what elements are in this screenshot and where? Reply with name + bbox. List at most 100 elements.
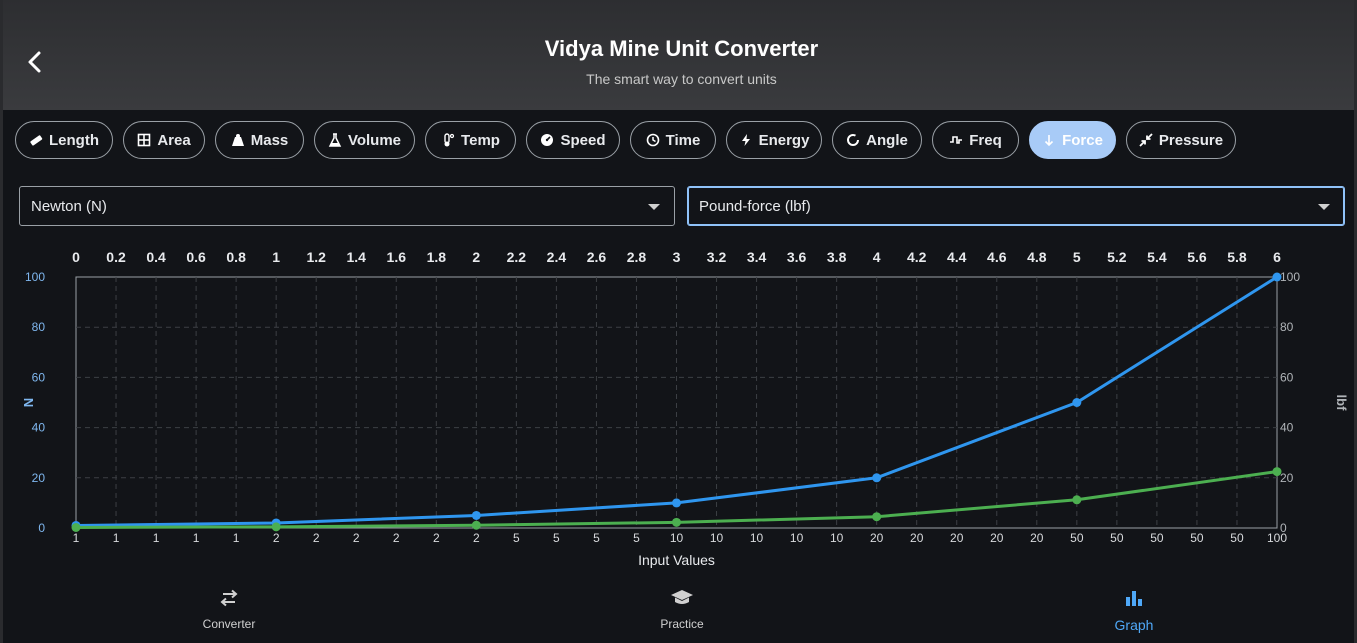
swap-icon xyxy=(220,589,238,607)
chip-label: Pressure xyxy=(1158,131,1224,149)
from-unit-select[interactable]: Newton (N) xyxy=(19,186,675,226)
x-tick-label-bottom: 20 xyxy=(910,531,924,545)
data-point-lbf xyxy=(872,512,882,522)
to-unit-value: Pound-force (lbf) xyxy=(699,197,811,215)
nav-graph[interactable]: Graph xyxy=(1034,588,1234,633)
circle-icon xyxy=(847,134,860,146)
data-point-lbf xyxy=(471,520,481,530)
x-tick-label-bottom: 10 xyxy=(750,531,764,545)
chip-force[interactable]: Force xyxy=(1029,121,1116,159)
x-tick-label-top: 1 xyxy=(272,249,280,265)
data-point-lbf xyxy=(271,522,281,532)
chip-label: Mass xyxy=(250,131,289,149)
data-point-N xyxy=(672,498,681,508)
chip-area[interactable]: Area xyxy=(123,121,205,159)
y-tick-label-right: 40 xyxy=(1280,421,1294,435)
app-frame: Vidya Mine Unit Converter The smart way … xyxy=(3,0,1354,643)
x-tick-label-top: 5 xyxy=(1073,249,1081,265)
chip-label: Angle xyxy=(866,131,908,149)
chip-mass[interactable]: Mass xyxy=(215,121,304,159)
x-tick-label-bottom: 2 xyxy=(433,531,440,545)
data-point-N xyxy=(471,510,481,520)
compress-icon xyxy=(1139,133,1153,147)
data-point-N xyxy=(872,473,882,483)
x-tick-label-bottom: 50 xyxy=(1070,531,1084,545)
chip-label: Freq xyxy=(969,131,1002,149)
x-tick-label-top: 5.6 xyxy=(1187,249,1207,265)
y-axis-label-right: lbf xyxy=(1334,395,1349,412)
x-tick-label-top: 2.4 xyxy=(547,249,567,265)
x-tick-label-bottom: 1 xyxy=(193,531,200,545)
nav-practice[interactable]: Practice xyxy=(582,588,782,631)
wave-icon xyxy=(950,136,963,144)
x-tick-label-top: 1.8 xyxy=(427,249,447,265)
x-tick-label-top: 2 xyxy=(472,249,480,265)
x-tick-label-top: 0.8 xyxy=(226,249,246,265)
data-point-lbf xyxy=(672,517,681,527)
x-tick-label-bottom: 100 xyxy=(1267,531,1287,545)
ruler-icon xyxy=(30,135,43,146)
x-tick-label-top: 2.2 xyxy=(507,249,527,265)
x-tick-label-bottom: 50 xyxy=(1230,531,1244,545)
chip-label: Volume xyxy=(347,131,402,149)
nav-label: Graph xyxy=(1114,617,1154,633)
app-header: Vidya Mine Unit Converter The smart way … xyxy=(3,0,1354,110)
y-axis-label-left: N xyxy=(21,398,36,407)
nav-label: Practice xyxy=(660,617,704,631)
bar-chart-icon xyxy=(1126,591,1142,606)
weight-icon xyxy=(231,134,244,146)
data-point-lbf xyxy=(1072,495,1082,505)
x-tick-label-top: 0.6 xyxy=(186,249,206,265)
x-tick-label-bottom: 1 xyxy=(233,531,240,545)
x-tick-label-bottom: 5 xyxy=(553,531,560,545)
x-tick-label-bottom: 10 xyxy=(670,531,684,545)
x-tick-label-bottom: 2 xyxy=(273,531,280,545)
x-tick-label-top: 4 xyxy=(873,249,881,265)
chip-volume[interactable]: Volume xyxy=(314,121,415,159)
x-tick-label-top: 0.4 xyxy=(146,249,166,265)
thermometer-icon xyxy=(444,133,455,147)
x-tick-label-bottom: 20 xyxy=(1030,531,1044,545)
x-tick-label-top: 3.6 xyxy=(787,249,807,265)
app-title: Vidya Mine Unit Converter xyxy=(544,36,819,61)
y-tick-label-right: 80 xyxy=(1280,320,1294,334)
chip-speed[interactable]: Speed xyxy=(526,121,620,159)
chip-energy[interactable]: Energy xyxy=(726,121,822,159)
from-unit-value: Newton (N) xyxy=(31,197,107,215)
grid-icon xyxy=(138,133,151,147)
chip-angle[interactable]: Angle xyxy=(832,121,922,159)
y-tick-label-left: 0 xyxy=(38,521,45,535)
chip-temp[interactable]: Temp xyxy=(425,121,516,159)
x-tick-label-top: 1.2 xyxy=(306,249,326,265)
y-tick-label-left: 20 xyxy=(32,471,46,485)
x-tick-label-bottom: 50 xyxy=(1110,531,1124,545)
nav-converter[interactable]: Converter xyxy=(129,588,329,631)
chip-time[interactable]: Time xyxy=(630,121,716,159)
x-tick-label-bottom: 2 xyxy=(313,531,320,545)
x-tick-label-bottom: 20 xyxy=(950,531,964,545)
chip-label: Time xyxy=(665,131,701,149)
data-point-N xyxy=(1072,398,1082,407)
x-tick-label-bottom: 2 xyxy=(473,531,480,545)
y-tick-label-right: 20 xyxy=(1280,471,1294,485)
chip-length[interactable]: Length xyxy=(15,121,113,159)
chip-label: Speed xyxy=(560,131,606,149)
x-tick-label-top: 5.8 xyxy=(1227,249,1247,265)
x-tick-label-top: 3.4 xyxy=(747,249,767,265)
x-tick-label-top: 3.8 xyxy=(827,249,847,265)
chip-label: Area xyxy=(157,131,191,149)
data-point-N xyxy=(1272,272,1282,282)
speedometer-icon xyxy=(541,134,554,146)
x-tick-label-top: 4.2 xyxy=(907,249,927,265)
x-tick-label-top: 4.8 xyxy=(1027,249,1047,265)
to-unit-select[interactable]: Pound-force (lbf) xyxy=(687,186,1345,226)
nav-label: Converter xyxy=(202,617,256,631)
x-tick-label-bottom: 2 xyxy=(353,531,360,545)
flask-icon xyxy=(328,133,342,147)
graduation-cap-icon xyxy=(671,590,693,604)
chip-freq[interactable]: Freq xyxy=(932,121,1019,159)
chip-pressure[interactable]: Pressure xyxy=(1126,121,1236,159)
x-tick-label-bottom: 50 xyxy=(1150,531,1164,545)
app-subtitle: The smart way to convert units xyxy=(586,71,777,87)
x-tick-label-bottom: 1 xyxy=(153,531,160,545)
